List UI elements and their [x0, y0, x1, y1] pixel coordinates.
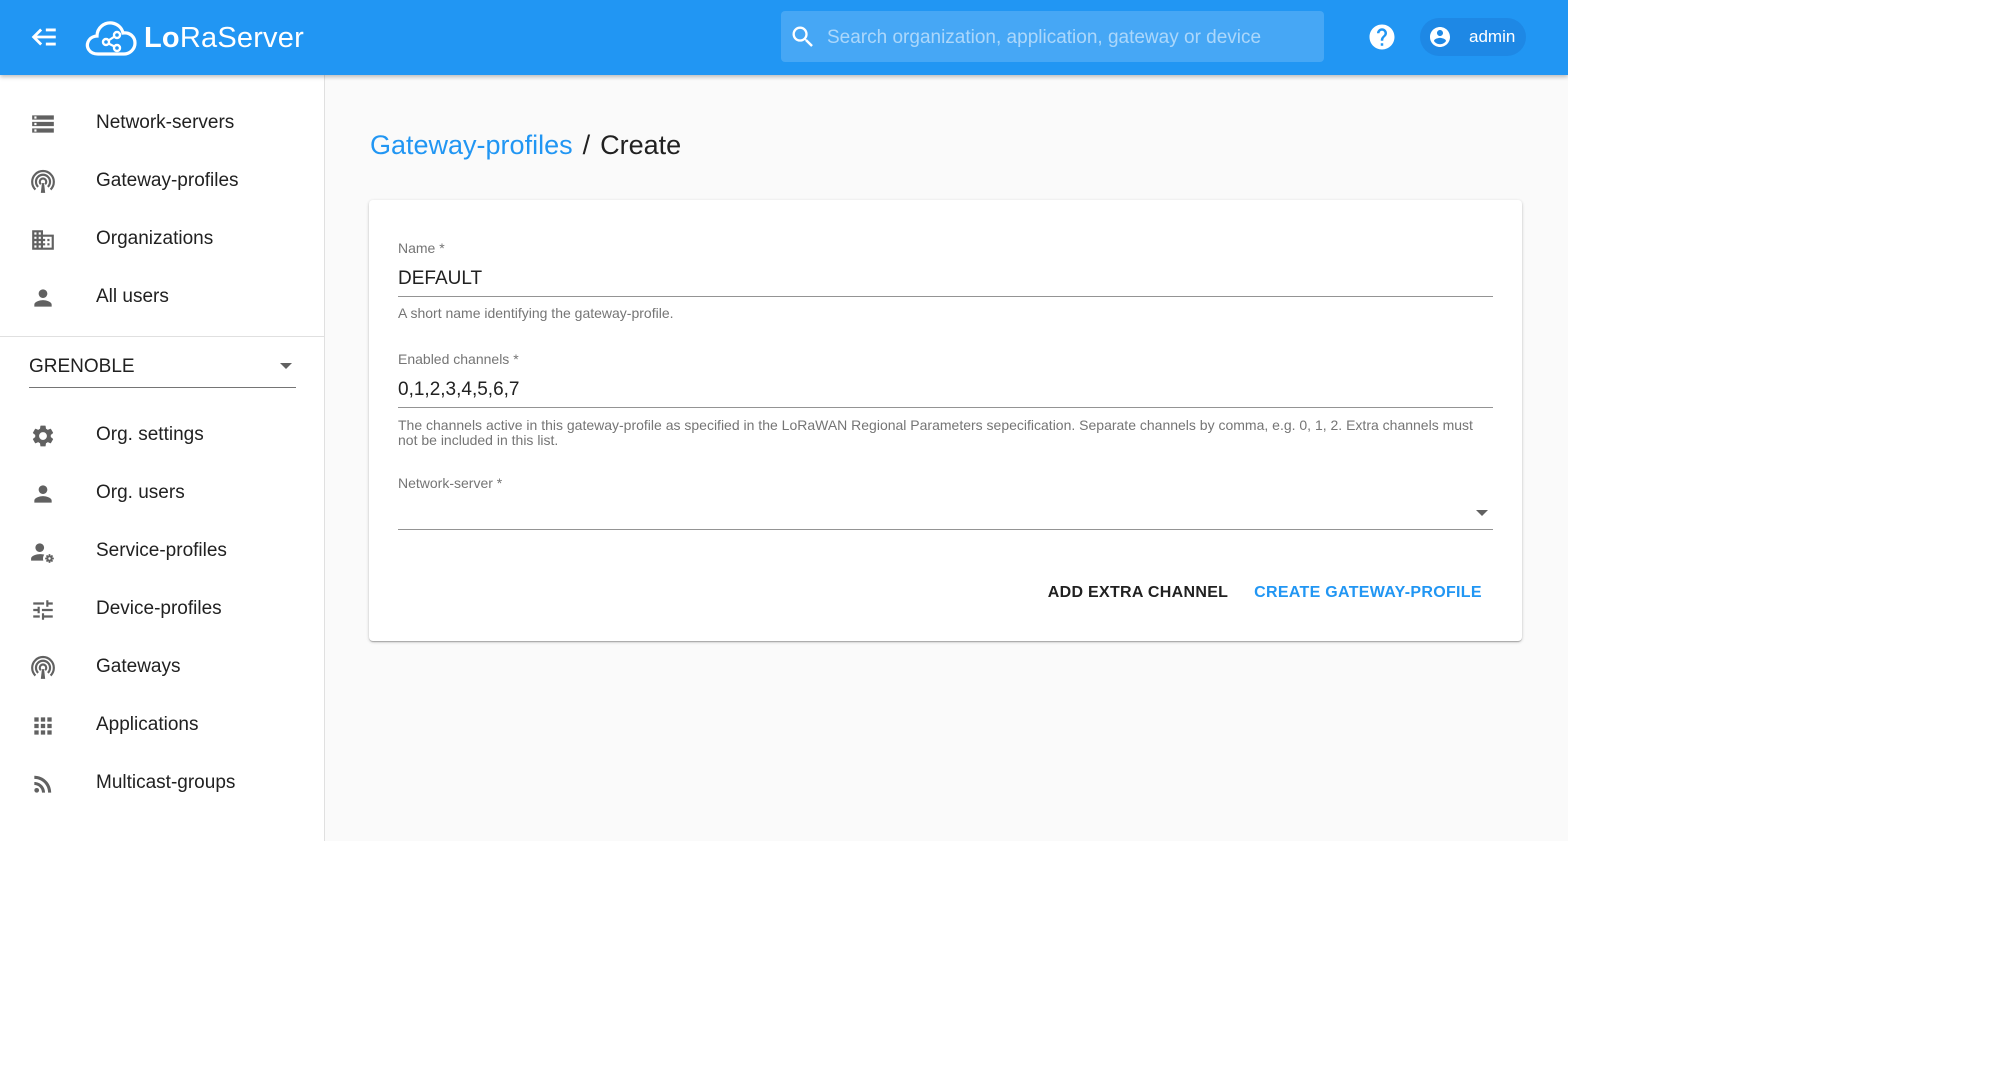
breadcrumb-separator: / — [582, 130, 591, 160]
chevron-down-icon — [280, 363, 292, 369]
sidebar-item-label: Device-profiles — [96, 598, 222, 619]
sidebar-item-organizations[interactable]: Organizations — [0, 214, 324, 266]
global-search[interactable] — [781, 11, 1324, 64]
account-settings-icon — [31, 543, 54, 563]
organization-select-value: GRENOBLE — [29, 356, 135, 377]
sidebar-item-label: Gateway-profiles — [96, 170, 239, 191]
sidebar-item-gateway-profiles[interactable]: Gateway-profiles — [0, 156, 324, 208]
app-viewport: LoRaServer admin Network-servers Gateway… — [0, 0, 1568, 841]
sidebar-item-label: Org. users — [96, 482, 185, 503]
apps-grid-icon — [34, 717, 52, 735]
gear-icon — [32, 425, 54, 447]
breadcrumb-link-gateway-profiles[interactable]: Gateway-profiles — [370, 130, 573, 160]
sidebar-item-applications[interactable]: Applications — [0, 700, 324, 752]
help-icon[interactable] — [1367, 22, 1397, 52]
enabled-channels-input[interactable] — [398, 373, 1493, 408]
sidebar-item-label: All users — [96, 286, 169, 307]
network-server-select[interactable] — [398, 495, 1493, 530]
server-icon — [32, 115, 54, 133]
menu-collapse-icon[interactable] — [26, 20, 60, 54]
sidebar-item-label: Org. settings — [96, 424, 204, 445]
sidebar-item-all-users[interactable]: All users — [0, 272, 324, 324]
sidebar-item-label: Applications — [96, 714, 199, 735]
user-menu-button[interactable]: admin — [1420, 18, 1526, 56]
domain-icon — [32, 230, 54, 250]
sidebar-item-device-profiles[interactable]: Device-profiles — [0, 584, 324, 636]
brand-name: LoRaServer — [144, 21, 304, 54]
sidebar-item-label: Network-servers — [96, 112, 235, 133]
sidebar-item-org-users[interactable]: Org. users — [0, 468, 324, 520]
sidebar-item-label: Service-profiles — [96, 540, 227, 561]
account-icon — [34, 485, 52, 503]
tune-icon — [33, 600, 53, 620]
user-name: admin — [1469, 27, 1516, 46]
sidebar-item-label: Organizations — [96, 228, 214, 249]
sidebar-item-label: Multicast-groups — [96, 772, 236, 793]
gateway-profile-form-card: Name * A short name identifying the gate… — [369, 200, 1522, 641]
account-circle-icon — [1430, 27, 1450, 47]
name-input[interactable] — [398, 262, 1493, 297]
sidebar-item-gateways[interactable]: Gateways — [0, 642, 324, 694]
network-server-label: Network-server * — [398, 475, 503, 491]
account-icon — [34, 289, 52, 307]
enabled-channels-label: Enabled channels * — [398, 351, 519, 367]
sidebar-item-network-servers[interactable]: Network-servers — [0, 98, 324, 150]
rss-feed-icon — [34, 775, 52, 793]
search-icon — [792, 26, 813, 47]
broadcast-tower-icon — [31, 170, 55, 193]
sidebar: Network-servers Gateway-profiles Organiz… — [0, 75, 325, 841]
add-extra-channel-button[interactable]: ADD EXTRA CHANNEL — [1041, 575, 1235, 611]
sidebar-divider — [0, 336, 324, 337]
page-title: Create — [600, 130, 682, 160]
name-help-text: A short name identifying the gateway-pro… — [398, 305, 674, 321]
enabled-channels-help-text: The channels active in this gateway-prof… — [398, 417, 1473, 448]
chevron-down-icon — [1476, 510, 1488, 516]
app-bar: LoRaServer admin — [0, 0, 1568, 75]
sidebar-item-org-settings[interactable]: Org. settings — [0, 410, 324, 462]
create-gateway-profile-button[interactable]: CREATE GATEWAY-PROFILE — [1253, 575, 1483, 611]
search-input[interactable] — [825, 11, 1319, 64]
sidebar-item-label: Gateways — [96, 656, 181, 677]
organization-select[interactable]: GRENOBLE — [29, 345, 296, 388]
name-field-label: Name * — [398, 240, 445, 256]
breadcrumb: Gateway-profiles / Create — [370, 130, 681, 161]
sidebar-item-multicast-groups[interactable]: Multicast-groups — [0, 758, 324, 810]
lora-cloud-logo — [85, 21, 137, 56]
sidebar-item-service-profiles[interactable]: Service-profiles — [0, 526, 324, 578]
broadcast-tower-icon — [31, 656, 55, 679]
lora-server-logo[interactable]: LoRaServer — [84, 12, 304, 64]
